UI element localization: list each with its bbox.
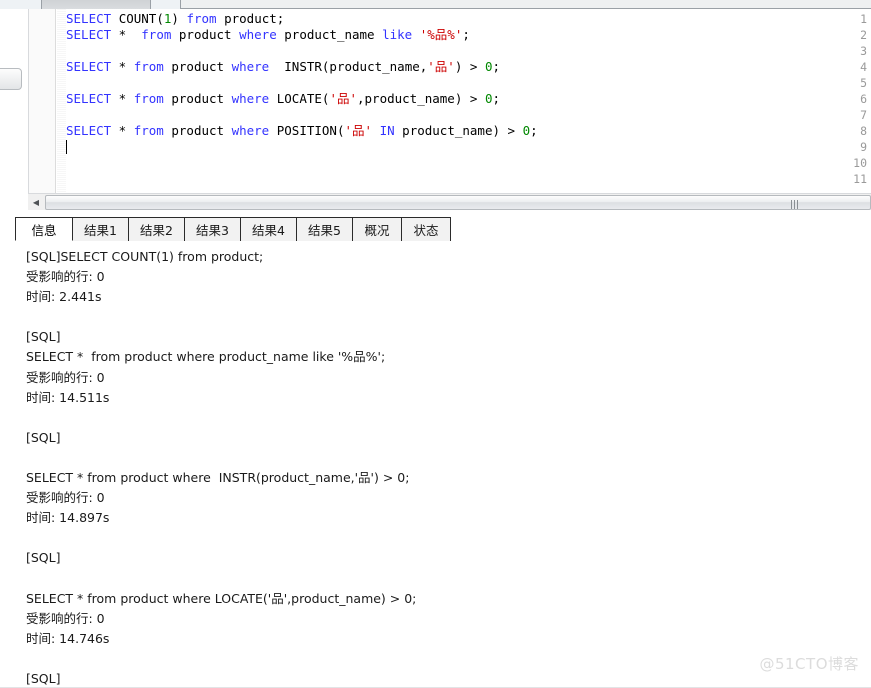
gutter-margin-stripe: [57, 9, 66, 193]
scrollbar-grip-icon: [791, 200, 800, 209]
tab-label: 结果3: [196, 223, 229, 238]
code-token: ;: [492, 59, 501, 74]
tab-profile[interactable]: 概况: [352, 217, 402, 241]
code-token: product: [163, 123, 232, 138]
code-token: from: [141, 27, 172, 42]
code-token: '%品%': [419, 27, 463, 42]
message-log-text: [SQL]SELECT COUNT(1) from product; 受影响的行…: [26, 249, 417, 686]
code-token: from: [133, 91, 164, 106]
code-token: where: [231, 59, 270, 74]
code-token: product;: [224, 11, 285, 26]
code-token: IN: [379, 123, 395, 138]
code-token: *: [111, 27, 134, 42]
code-token: product_name: [276, 27, 383, 42]
horizontal-scrollbar[interactable]: ◀: [28, 193, 871, 210]
code-token: COUNT: [118, 11, 157, 26]
code-token: INSTR(product_name,: [284, 59, 428, 74]
top-strip-tab-active[interactable]: [41, 0, 151, 9]
tab-result-5[interactable]: 结果5: [296, 217, 353, 241]
code-line: SELECT * from product where product_name…: [66, 27, 470, 43]
code-token: ) >: [454, 59, 485, 74]
code-token: LOCATE(: [276, 91, 330, 106]
code-token: (: [156, 11, 164, 26]
code-token: from: [186, 11, 217, 26]
tab-result-3[interactable]: 结果3: [184, 217, 241, 241]
code-token: product: [163, 91, 232, 106]
code-token: ;: [462, 27, 470, 42]
code-token: where: [239, 27, 277, 42]
code-line: SELECT COUNT(1) from product;: [66, 11, 284, 27]
code-token: SELECT: [66, 91, 112, 106]
tab-label: 结果2: [140, 223, 173, 238]
sql-editor[interactable]: 1 2 3 4 5 6 7 8 9 10 11 SELECT COUNT(1) from produ…: [28, 9, 871, 193]
code-token: like: [382, 27, 413, 42]
code-token: *: [111, 91, 134, 106]
code-token: product: [171, 27, 240, 42]
code-token: from: [133, 59, 164, 74]
message-log-panel[interactable]: [SQL]SELECT COUNT(1) from product; 受影响的行…: [0, 241, 871, 688]
code-token: SELECT: [66, 11, 112, 26]
tab-label: 结果1: [84, 223, 117, 238]
code-token: 0: [522, 123, 531, 138]
code-token: where: [231, 123, 270, 138]
tab-label: 信息: [31, 222, 57, 238]
code-token: '品': [427, 59, 455, 74]
code-token: where: [231, 91, 270, 106]
code-token: product: [163, 59, 232, 74]
watermark: @51CTO博客: [759, 655, 859, 673]
code-token: ): [171, 11, 179, 26]
code-token: *: [111, 59, 134, 74]
code-token: product_name) >: [394, 123, 523, 138]
scrollbar-thumb[interactable]: [45, 195, 871, 210]
code-line: SELECT * from product where INSTR(produc…: [66, 59, 500, 75]
code-token: *: [111, 123, 134, 138]
code-token: '品': [329, 91, 357, 106]
code-token: SELECT: [66, 27, 112, 42]
tab-result-2[interactable]: 结果2: [128, 217, 185, 241]
sql-code-content[interactable]: SELECT COUNT(1) from product; SELECT * fr…: [66, 9, 871, 193]
left-side-panel-tab[interactable]: [0, 68, 22, 90]
tab-result-1[interactable]: 结果1: [72, 217, 129, 241]
tab-label: 状态: [413, 223, 439, 238]
code-token: ;: [492, 91, 500, 106]
tab-status[interactable]: 状态: [401, 217, 451, 241]
code-token: POSITION(: [276, 123, 345, 138]
tab-label: 概况: [364, 223, 390, 238]
tab-label: 结果4: [252, 223, 285, 238]
top-tab-strip: [0, 0, 871, 9]
code-line: SELECT * from product where POSITION('品'…: [66, 123, 538, 139]
tab-info[interactable]: 信息: [15, 217, 73, 241]
line-number-gutter: [29, 9, 56, 193]
text-caret: [66, 140, 67, 154]
code-token: SELECT: [66, 123, 112, 138]
code-token: from: [133, 123, 164, 138]
code-line: SELECT * from product where LOCATE('品',p…: [66, 91, 500, 107]
scroll-left-arrow-icon[interactable]: ◀: [28, 194, 44, 210]
code-token: ;: [530, 123, 538, 138]
code-token: ,product_name) >: [357, 91, 485, 106]
tab-result-4[interactable]: 结果4: [240, 217, 297, 241]
code-token: '品': [344, 123, 373, 138]
tab-label: 结果5: [308, 223, 341, 238]
result-tab-bar: 信息 结果1 结果2 结果3 结果4 结果5 概况 状态: [0, 217, 871, 241]
code-token: SELECT: [66, 59, 112, 74]
